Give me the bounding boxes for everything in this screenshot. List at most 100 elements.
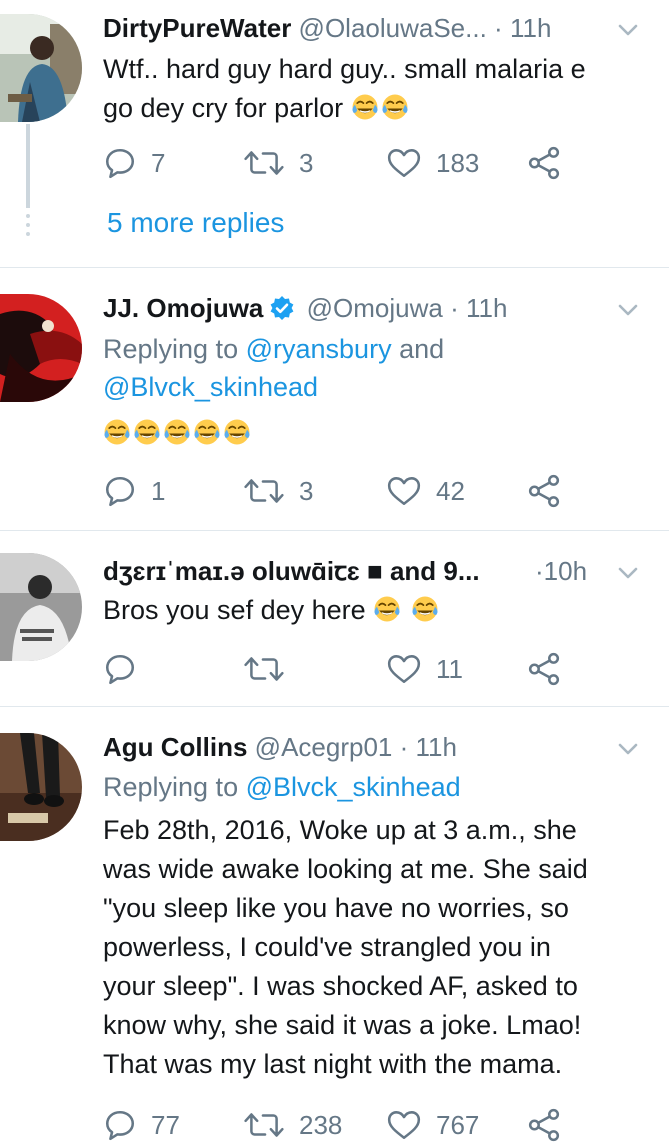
like-count: 42 — [436, 475, 465, 506]
tweet-text: Wtf.. hard guy hard guy.. small malaria … — [103, 50, 648, 128]
separator-dot: · — [494, 13, 503, 43]
like-button[interactable]: 11 — [386, 649, 463, 689]
replying-prefix: Replying to — [103, 772, 239, 802]
avatar[interactable] — [0, 294, 82, 402]
reply-count: 77 — [151, 1109, 180, 1140]
mention-link[interactable]: @ryansbury — [246, 334, 392, 364]
tweet-text-line: Feb 28th, 2016, Woke up at 3 a.m., she — [103, 815, 577, 845]
timestamp[interactable]: 11h — [466, 293, 507, 323]
tweet-text-line: go dey cry for parlor — [103, 89, 648, 128]
display-name[interactable]: Agu Collins — [103, 732, 247, 762]
retweet-button[interactable]: 3 — [243, 143, 313, 183]
thread-dots — [26, 214, 30, 236]
display-name[interactable]: DirtyPureWater — [103, 13, 291, 43]
tears-of-joy-emoji — [351, 93, 379, 121]
reply-count: 7 — [151, 147, 166, 178]
replying-joiner: and — [399, 334, 445, 364]
reply-button[interactable] — [103, 649, 151, 689]
retweet-count: 238 — [299, 1109, 343, 1140]
share-icon — [527, 1108, 561, 1142]
display-name[interactable]: dʒɛrɪˈmaɪ.ə oluwɑ̄iꞇɛ ■ and 9... — [103, 556, 480, 586]
share-icon — [527, 474, 561, 508]
retweet-icon — [243, 652, 285, 686]
avatar[interactable] — [0, 553, 82, 661]
like-button[interactable]: 183 — [386, 143, 479, 183]
retweet-icon — [243, 146, 285, 180]
tweet-text-line: Wtf.. hard guy hard guy.. small malaria … — [103, 54, 586, 84]
tweet[interactable]: Agu Collins @Acegrp01 · 11h Replying to … — [0, 707, 669, 1131]
like-button[interactable]: 767 — [386, 1105, 479, 1145]
tweet-actions: 11 — [103, 649, 573, 689]
separator-dot: · — [535, 556, 544, 586]
tweet-header: dʒɛrɪˈmaɪ.ə oluwɑ̄iꞇɛ ■ and 9... — [103, 553, 543, 589]
reply-count: 1 — [151, 475, 166, 506]
tweet-text-line: powerless, I could've strangled you in — [103, 932, 551, 962]
separator-dot: · — [399, 732, 409, 762]
tears-of-joy-emoji — [381, 93, 409, 121]
username[interactable]: @Acegrp01 — [255, 732, 393, 762]
tears-of-joy-emoji — [411, 595, 439, 623]
reply-icon — [103, 474, 137, 508]
retweet-icon — [243, 474, 285, 508]
like-icon — [386, 146, 422, 180]
avatar[interactable] — [0, 733, 82, 841]
tears-of-joy-emoji — [193, 418, 221, 446]
tweet[interactable]: JJ. Omojuwa @Omojuwa · 11h Replying to @… — [0, 268, 669, 531]
chevron-down-icon[interactable] — [615, 297, 641, 323]
reply-button[interactable]: 1 — [103, 471, 165, 511]
share-icon — [527, 146, 561, 180]
avatar[interactable] — [0, 14, 82, 122]
replying-prefix: Replying to — [103, 334, 239, 364]
timestamp[interactable]: 11h — [416, 732, 457, 762]
share-icon — [527, 652, 561, 686]
username[interactable]: @Omojuwa — [307, 293, 443, 323]
timestamp[interactable]: 11h — [510, 13, 551, 43]
like-count: 11 — [436, 653, 463, 684]
tears-of-joy-emoji — [163, 418, 191, 446]
mention-link[interactable]: @Blvck_skinhead — [103, 372, 318, 402]
retweet-button[interactable] — [243, 649, 299, 689]
like-icon — [386, 474, 422, 508]
tweet-text: Feb 28th, 2016, Woke up at 3 a.m., she w… — [103, 811, 648, 1084]
tweet-text-line: your sleep". I was shocked AF, asked to — [103, 971, 578, 1001]
share-button[interactable] — [527, 143, 575, 183]
tweet-actions: 77 238 767 — [103, 1105, 573, 1145]
retweet-count: 3 — [299, 475, 314, 506]
retweet-button[interactable]: 238 — [243, 1105, 342, 1145]
more-replies-link[interactable]: 5 more replies — [107, 207, 284, 239]
tweet-text-line: was wide awake looking at me. She said — [103, 854, 588, 884]
chevron-down-icon[interactable] — [615, 560, 641, 586]
tweet[interactable]: dʒɛrɪˈmaɪ.ə oluwɑ̄iꞇɛ ■ and 9... ·10h Br… — [0, 531, 669, 707]
tweet-header: DirtyPureWater @OlaoluwaSe... · 11h — [103, 10, 551, 46]
share-button[interactable] — [527, 471, 575, 511]
like-icon — [386, 652, 422, 686]
tweet-text-line: know why, she said it was a joke. Lmao! — [103, 1010, 582, 1040]
tears-of-joy-emoji — [133, 418, 161, 446]
tweet-header: Agu Collins @Acegrp01 · 11h — [103, 729, 457, 765]
tears-of-joy-emoji — [373, 595, 401, 623]
reply-icon — [103, 1108, 137, 1142]
retweet-button[interactable]: 3 — [243, 471, 313, 511]
tweet-actions: 7 3 183 — [103, 143, 573, 183]
tweet[interactable]: DirtyPureWater @OlaoluwaSe... · 11h Wtf.… — [0, 0, 669, 268]
reply-button[interactable]: 77 — [103, 1105, 180, 1145]
reply-button[interactable]: 7 — [103, 143, 165, 183]
tweet-text: Bros you sef dey here — [103, 591, 648, 630]
display-name[interactable]: JJ. Omojuwa — [103, 293, 263, 323]
share-button[interactable] — [527, 649, 575, 689]
username[interactable]: @OlaoluwaSe... — [299, 13, 487, 43]
like-button[interactable]: 42 — [386, 471, 465, 511]
replying-to: Replying to @ryansbury and @Blvck_skinhe… — [103, 330, 444, 406]
chevron-down-icon[interactable] — [615, 736, 641, 762]
share-button[interactable] — [527, 1105, 575, 1145]
like-count: 183 — [436, 147, 480, 178]
tweet-text-line: That was my last night with the mama. — [103, 1049, 563, 1079]
mention-link[interactable]: @Blvck_skinhead — [246, 772, 461, 802]
tweet-text-line: Bros you sef dey here — [103, 595, 366, 625]
chevron-down-icon[interactable] — [615, 17, 641, 43]
timestamp[interactable]: 10h — [544, 556, 587, 586]
like-icon — [386, 1108, 422, 1142]
tears-of-joy-emoji — [103, 418, 131, 446]
thread-line — [26, 124, 30, 208]
tweet-text-line: "you sleep like you have no worries, so — [103, 893, 569, 923]
